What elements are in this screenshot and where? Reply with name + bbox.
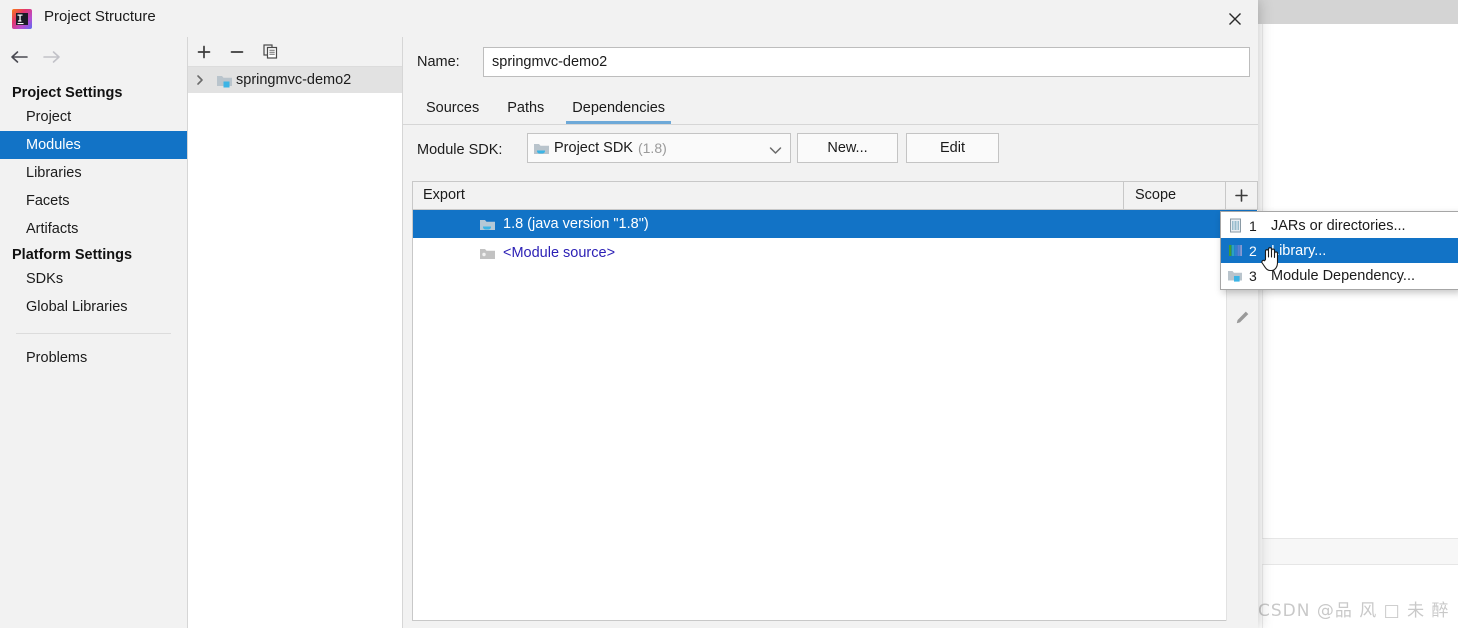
dependencies-table-header: Export Scope	[413, 182, 1257, 210]
module-editor: Name: Sources Paths Dependencies Module …	[403, 37, 1258, 628]
dialog-titlebar: Project Structure	[0, 0, 1258, 37]
module-tree-item-label: springmvc-demo2	[236, 72, 352, 88]
modules-panel: springmvc-demo2	[188, 37, 403, 628]
background-rule-bottom	[1262, 564, 1458, 565]
chevron-right-icon[interactable]	[188, 74, 212, 86]
tabs-underline	[403, 124, 1258, 125]
add-dependency-button[interactable]	[1226, 182, 1257, 209]
module-sdk-row: Module SDK: Project SDK (1.8) New... Edi…	[412, 133, 1258, 169]
sidebar-group-platform-settings: Platform Settings	[12, 247, 133, 263]
module-sdk-select[interactable]: Project SDK (1.8)	[527, 133, 791, 163]
tab-paths[interactable]: Paths	[493, 94, 558, 124]
menu-item-number: 2	[1249, 242, 1257, 259]
menu-item-jars-or-directories[interactable]: 1 JARs or directories...	[1221, 213, 1458, 238]
forward-button[interactable]	[40, 47, 64, 67]
module-tree-item-springmvc-demo2[interactable]: springmvc-demo2	[188, 67, 403, 93]
sidebar-item-libraries[interactable]: Libraries	[0, 159, 187, 187]
add-module-button[interactable]	[188, 37, 220, 66]
intellij-idea-icon	[12, 9, 32, 29]
sidebar-item-global-libraries[interactable]: Global Libraries	[0, 293, 187, 321]
close-button[interactable]	[1212, 0, 1258, 37]
add-dependency-menu: 1 JARs or directories... 2 Library... 3 …	[1220, 211, 1458, 290]
sidebar-item-problems[interactable]: Problems	[0, 344, 187, 372]
background-titlebar	[1258, 0, 1458, 24]
module-sdk-version: (1.8)	[637, 140, 667, 156]
chevron-down-icon[interactable]	[769, 142, 782, 158]
dialog-title: Project Structure	[44, 8, 156, 25]
jar-file-icon	[1221, 218, 1249, 233]
module-name-row: Name:	[412, 47, 1258, 79]
sidebar-item-project[interactable]: Project	[0, 103, 187, 131]
sidebar-nav-arrows	[0, 37, 187, 75]
jdk-folder-icon	[528, 141, 554, 156]
csdn-watermark: CSDN @品 风 □ 未 醉	[1258, 601, 1450, 621]
dependencies-table: Export Scope 1.8 (java version "1.8") <M…	[412, 181, 1258, 621]
table-row[interactable]: 1.8 (java version "1.8")	[413, 210, 1257, 238]
menu-item-module-dependency[interactable]: 3 Module Dependency...	[1221, 263, 1458, 288]
modules-toolbar	[188, 37, 403, 66]
new-sdk-button[interactable]: New...	[797, 133, 898, 163]
module-tabs: Sources Paths Dependencies	[412, 94, 1258, 124]
tab-sources[interactable]: Sources	[412, 94, 493, 124]
back-button[interactable]	[7, 47, 31, 67]
module-sdk-value: Project SDK	[554, 140, 633, 156]
edit-sdk-button[interactable]: Edit	[906, 133, 999, 163]
table-row[interactable]: <Module source>	[413, 239, 1257, 267]
sidebar-item-sdks[interactable]: SDKs	[0, 265, 187, 293]
module-folder-icon	[212, 73, 236, 88]
jdk-folder-icon	[475, 217, 499, 232]
dependency-label: <Module source>	[503, 245, 616, 261]
header-separator-1	[1123, 182, 1124, 209]
module-dependency-icon	[1221, 268, 1249, 283]
sidebar-group-project-settings: Project Settings	[12, 85, 123, 101]
library-icon	[1221, 243, 1249, 258]
module-name-label: Name:	[417, 54, 460, 70]
copy-module-icon[interactable]	[254, 37, 286, 66]
tab-dependencies[interactable]: Dependencies	[558, 94, 679, 124]
module-source-icon	[475, 246, 499, 261]
column-header-scope[interactable]: Scope	[1135, 182, 1176, 209]
menu-item-number: 1	[1249, 217, 1257, 234]
project-structure-dialog: Project Structure Project Settings Proje…	[0, 0, 1258, 628]
module-name-input[interactable]	[483, 47, 1250, 77]
sidebar-item-facets[interactable]: Facets	[0, 187, 187, 215]
edit-pencil-icon[interactable]	[1227, 302, 1258, 332]
menu-item-label: JARs or directories...	[1271, 217, 1406, 234]
menu-item-library[interactable]: 2 Library...	[1221, 238, 1458, 263]
background-rule-top	[1262, 538, 1458, 539]
background-panel	[1262, 538, 1458, 564]
module-sdk-label: Module SDK:	[417, 142, 503, 158]
menu-item-label: Library...	[1271, 242, 1327, 259]
dependency-label: 1.8 (java version "1.8")	[503, 216, 649, 232]
menu-item-label: Module Dependency...	[1271, 267, 1416, 284]
settings-sidebar: Project Settings Project Modules Librari…	[0, 37, 187, 628]
sidebar-item-artifacts[interactable]: Artifacts	[0, 215, 187, 243]
column-header-export[interactable]: Export	[423, 182, 465, 209]
remove-module-button[interactable]	[221, 37, 253, 66]
sidebar-item-modules[interactable]: Modules	[0, 131, 187, 159]
sidebar-divider	[16, 333, 171, 334]
menu-item-number: 3	[1249, 267, 1257, 284]
